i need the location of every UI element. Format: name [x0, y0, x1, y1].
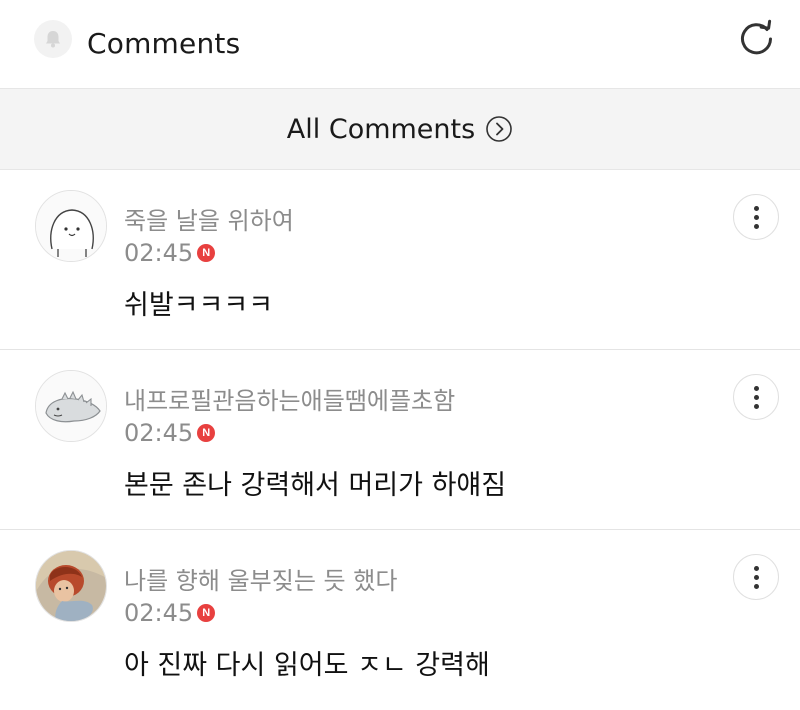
page-title: Comments [87, 27, 241, 60]
comment-meta: 02:45 N [124, 599, 216, 627]
comment-item: 죽을 날을 위하여 02:45 N 쉬발ㅋㅋㅋㅋ [0, 170, 800, 350]
dot [753, 583, 759, 589]
comment-author[interactable]: 죽을 날을 위하여 [124, 201, 294, 236]
comments-header: Comments [0, 0, 800, 88]
comment-text: 아 진짜 다시 읽어도 ㅈㄴ 강력해 [124, 650, 490, 681]
dot [753, 385, 759, 391]
new-badge: N [197, 424, 216, 442]
dot [753, 565, 759, 571]
dot [753, 574, 759, 580]
dot [753, 223, 759, 229]
all-comments-label: All Comments [286, 113, 476, 145]
photo-avatar-icon[interactable] [35, 550, 107, 622]
comment-text: 본문 존나 강력해서 머리가 하얘짐 [124, 470, 507, 501]
more-options-button[interactable] [733, 374, 779, 420]
comment-time: 02:45 [124, 599, 194, 627]
dot [753, 403, 759, 409]
dinosaur-avatar-icon[interactable] [35, 370, 107, 442]
new-badge: N [197, 244, 216, 262]
new-badge: N [197, 604, 216, 622]
comment-text: 쉬발ㅋㅋㅋㅋ [124, 290, 274, 321]
comment-meta: 02:45 N [124, 419, 216, 447]
comment-author[interactable]: 내프로필관음하는애들땜에플초함 [124, 381, 455, 416]
dot [753, 214, 759, 220]
chevron-right-circle-icon [485, 115, 513, 143]
comment-meta: 02:45 N [124, 239, 216, 267]
blob-face-avatar-icon[interactable] [35, 190, 107, 262]
comment-time: 02:45 [124, 419, 194, 447]
more-options-button[interactable] [733, 194, 779, 240]
comment-time: 02:45 [124, 239, 194, 267]
dot [753, 394, 759, 400]
comment-author[interactable]: 나를 향해 울부짖는 듯 했다 [124, 561, 397, 596]
bell-icon[interactable] [34, 20, 72, 58]
comment-item: 나를 향해 울부짖는 듯 했다 02:45 N 아 진짜 다시 읽어도 ㅈㄴ 강… [0, 530, 800, 710]
all-comments-filter[interactable]: All Comments [0, 88, 800, 170]
more-options-button[interactable] [733, 554, 779, 600]
comment-item: 내프로필관음하는애들땜에플초함 02:45 N 본문 존나 강력해서 머리가 하… [0, 350, 800, 530]
refresh-icon[interactable] [734, 16, 780, 62]
dot [753, 205, 759, 211]
